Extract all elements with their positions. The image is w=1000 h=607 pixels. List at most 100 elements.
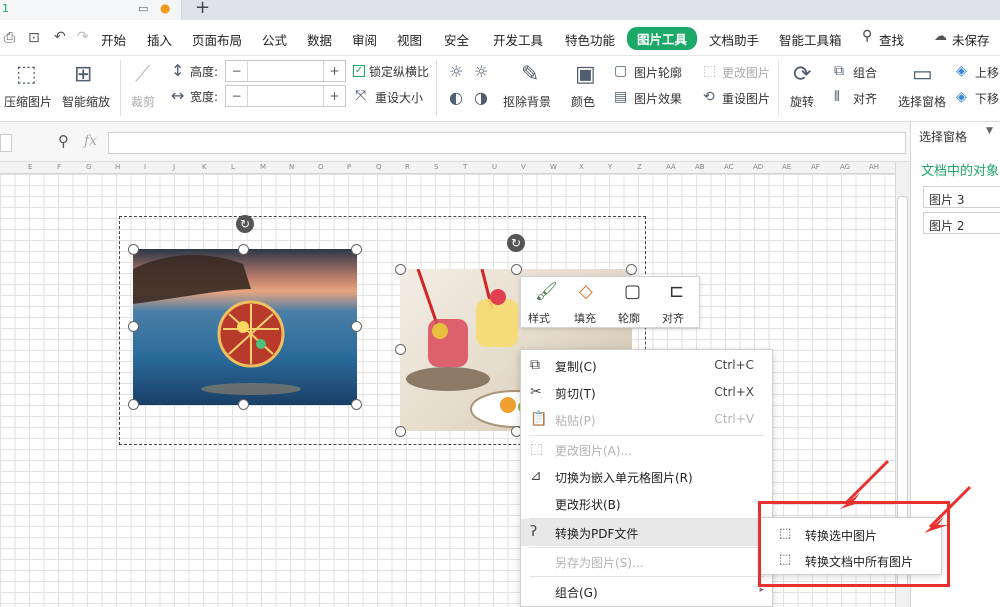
menu-item-change-shape[interactable]: 更改形状(B): [521, 490, 772, 517]
change-picture-icon[interactable]: ⬚: [703, 63, 716, 79]
move-up-icon[interactable]: ◈: [956, 63, 967, 79]
resize-handle[interactable]: [128, 399, 139, 410]
column-header-p[interactable]: P: [347, 163, 351, 171]
rotate-icon[interactable]: ⟳: [793, 64, 811, 86]
reset-picture-icon[interactable]: ⟲: [703, 89, 715, 105]
menu-item-change-picture[interactable]: ⬚ 更改图片(A)...: [521, 436, 772, 463]
column-header-g[interactable]: G: [86, 163, 91, 171]
column-header-aa[interactable]: AA: [666, 163, 676, 171]
change-picture-button[interactable]: 更改图片: [722, 64, 770, 81]
resize-handle[interactable]: [238, 399, 249, 410]
column-header-ad[interactable]: AD: [753, 163, 763, 171]
resize-handle[interactable]: [128, 321, 139, 332]
outline-tool[interactable]: ▢ 轮廓: [613, 277, 657, 327]
contrast-down-icon[interactable]: ◑: [474, 90, 488, 106]
menu-item-cut[interactable]: ✂ 剪切(T) Ctrl+X: [521, 379, 772, 406]
group-icon[interactable]: ⧉: [834, 63, 844, 79]
column-header-ah[interactable]: AH: [869, 163, 879, 171]
brightness-down-icon[interactable]: ☼: [474, 64, 488, 80]
reset-picture-button[interactable]: 重设图片: [722, 90, 770, 107]
resize-handle[interactable]: [395, 264, 406, 275]
rotate-handle-icon[interactable]: ↻: [236, 215, 254, 233]
align-button[interactable]: 对齐: [853, 90, 877, 107]
reset-size-button[interactable]: 重设大小: [375, 89, 423, 106]
column-header-o[interactable]: O: [318, 163, 324, 171]
brightness-up-icon[interactable]: ☼: [449, 64, 463, 80]
menu-review[interactable]: 审阅: [352, 30, 377, 49]
menu-start[interactable]: 开始: [101, 30, 126, 49]
resize-handle[interactable]: [351, 321, 362, 332]
column-header-l[interactable]: L: [231, 163, 235, 171]
resize-handle[interactable]: [351, 399, 362, 410]
column-header-i[interactable]: I: [144, 163, 146, 171]
menu-page-layout[interactable]: 页面布局: [192, 30, 242, 49]
column-header-m[interactable]: M: [260, 163, 266, 171]
menu-picture-tools[interactable]: 图片工具: [627, 27, 698, 50]
lock-ratio-label[interactable]: 锁定纵横比: [369, 63, 429, 80]
column-header-y[interactable]: Y: [608, 163, 612, 171]
group-button[interactable]: 组合: [853, 64, 877, 81]
monitor-icon[interactable]: ▭: [138, 2, 148, 15]
menu-security[interactable]: 安全: [444, 30, 469, 49]
column-header-ag[interactable]: AG: [840, 163, 850, 171]
column-header-ae[interactable]: AE: [782, 163, 791, 171]
menu-formula[interactable]: 公式: [262, 30, 287, 49]
smart-zoom-icon[interactable]: ⊞: [74, 64, 92, 86]
width-input[interactable]: − +: [225, 85, 346, 107]
print-preview-icon[interactable]: ⊡: [28, 30, 40, 46]
new-tab-icon[interactable]: +: [195, 0, 210, 18]
rotate-button[interactable]: 旋转: [790, 93, 814, 110]
resize-handle[interactable]: [511, 264, 522, 275]
compress-picture-icon[interactable]: ⬚: [16, 64, 37, 86]
column-header-k[interactable]: K: [202, 163, 207, 171]
color-button[interactable]: 颜色: [571, 93, 595, 110]
move-up-button[interactable]: 上移: [975, 64, 999, 81]
fill-tool[interactable]: ◇ 填充: [568, 277, 612, 327]
formula-input[interactable]: [108, 132, 906, 154]
menu-insert[interactable]: 插入: [147, 30, 172, 49]
picture-effects-icon[interactable]: ▤: [614, 89, 627, 105]
selection-pane-button[interactable]: 选择窗格: [898, 93, 946, 110]
menu-view[interactable]: 视图: [397, 30, 422, 49]
fx-icon[interactable]: fx: [84, 133, 97, 149]
smart-zoom-button[interactable]: 智能缩放: [62, 93, 110, 110]
picture-lantern[interactable]: [133, 249, 357, 405]
column-header-af[interactable]: AF: [811, 163, 820, 171]
object-item-picture-3[interactable]: 图片 3: [923, 186, 1000, 208]
contrast-up-icon[interactable]: ◐: [449, 90, 463, 106]
remove-background-button[interactable]: 抠除背景: [503, 93, 551, 110]
rotate-handle-icon[interactable]: ↻: [507, 234, 525, 252]
height-input[interactable]: − +: [225, 60, 346, 82]
lock-ratio-checkbox[interactable]: ✓: [353, 65, 365, 77]
menu-item-embed-cell[interactable]: ⊿ 切换为嵌入单元格图片(R): [521, 463, 772, 490]
redo-icon[interactable]: ↷: [77, 29, 89, 45]
menu-smart-toolbox[interactable]: 智能工具箱: [779, 30, 842, 49]
column-header-n[interactable]: N: [289, 163, 294, 171]
pane-dropdown-icon[interactable]: ▼: [986, 126, 993, 136]
menu-features[interactable]: 特色功能: [565, 30, 615, 49]
column-header-ab[interactable]: AB: [695, 163, 705, 171]
remove-background-icon[interactable]: ✎: [521, 64, 539, 86]
style-tool[interactable]: 🖌 样式: [523, 277, 567, 327]
column-header-h[interactable]: H: [115, 163, 120, 171]
menu-developer[interactable]: 开发工具: [493, 30, 543, 49]
color-icon[interactable]: ▣: [575, 64, 596, 86]
reset-size-icon[interactable]: ⤧: [355, 88, 366, 104]
width-decrease-button[interactable]: −: [226, 86, 248, 106]
column-header-x[interactable]: X: [579, 163, 584, 171]
column-header-v[interactable]: V: [521, 163, 526, 171]
resize-handle[interactable]: [128, 244, 139, 255]
picture-effects-button[interactable]: 图片效果: [634, 90, 682, 107]
cloud-icon[interactable]: ☁: [934, 29, 947, 44]
document-tab[interactable]: 1 ▭ ●: [0, 0, 182, 20]
resize-handle[interactable]: [238, 244, 249, 255]
align-icon[interactable]: ⫴: [834, 89, 840, 105]
column-header-e[interactable]: E: [28, 163, 32, 171]
menu-item-save-as-picture[interactable]: 另存为图片(S)...: [521, 548, 772, 575]
move-down-button[interactable]: 下移: [975, 90, 999, 107]
column-header-r[interactable]: R: [405, 163, 410, 171]
search-icon[interactable]: ⚲: [862, 28, 872, 44]
menu-item-convert-pdf[interactable]: ʔ 转换为PDF文件: [521, 519, 772, 546]
move-down-icon[interactable]: ◈: [956, 89, 967, 105]
object-item-picture-2[interactable]: 图片 2: [923, 212, 1000, 234]
